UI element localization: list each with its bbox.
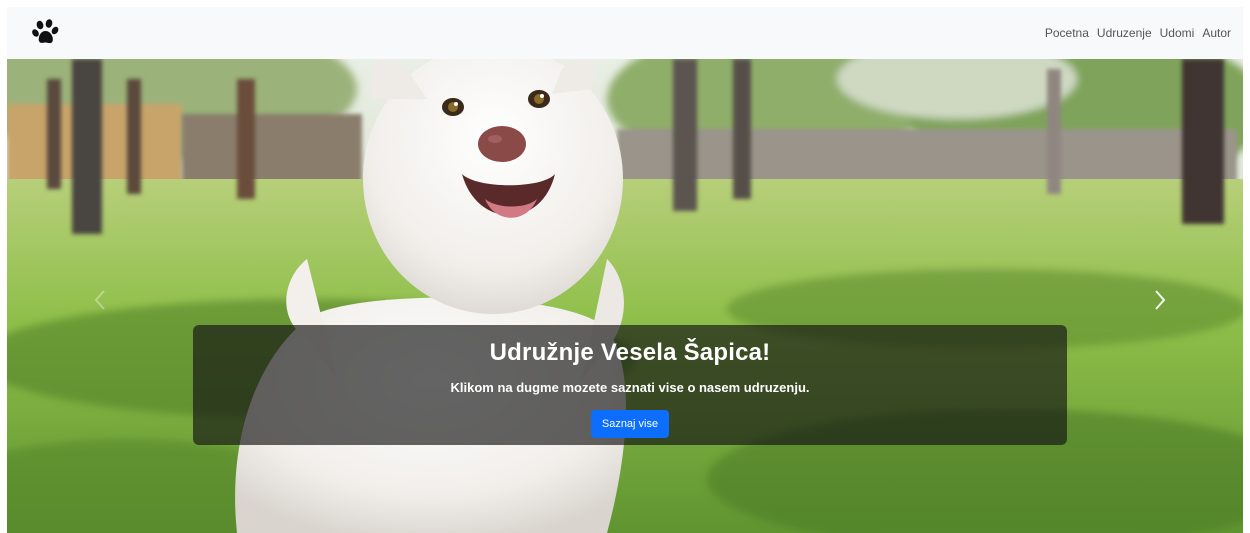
brand-logo[interactable] <box>31 7 61 59</box>
nav-link-pocetna[interactable]: Pocetna <box>1045 22 1089 44</box>
caption-title: Udružnje Vesela Šapica! <box>489 339 771 366</box>
hero-image <box>7 59 1243 533</box>
hero-carousel: Udružnje Vesela Šapica! Klikom na dugme … <box>7 59 1243 533</box>
caption-text: Klikom na dugme mozete saznati vise o na… <box>450 380 810 395</box>
carousel-caption: Udružnje Vesela Šapica! Klikom na dugme … <box>193 325 1067 445</box>
nav-link-udomi[interactable]: Udomi <box>1160 22 1195 44</box>
saznaj-vise-button[interactable]: Saznaj vise <box>591 410 669 438</box>
carousel-prev-button[interactable] <box>85 285 115 315</box>
nav-link-udruzenje[interactable]: Udruzenje <box>1097 22 1152 44</box>
chevron-left-icon <box>94 290 105 310</box>
chevron-right-icon <box>1155 290 1166 310</box>
page-frame: Pocetna Udruzenje Udomi Autor Udružnje V… <box>7 7 1243 533</box>
carousel-next-button[interactable] <box>1145 285 1175 315</box>
paw-icon <box>32 19 59 44</box>
navbar: Pocetna Udruzenje Udomi Autor <box>7 7 1243 59</box>
nav-links: Pocetna Udruzenje Udomi Autor <box>1045 22 1231 44</box>
nav-link-autor[interactable]: Autor <box>1202 22 1231 44</box>
